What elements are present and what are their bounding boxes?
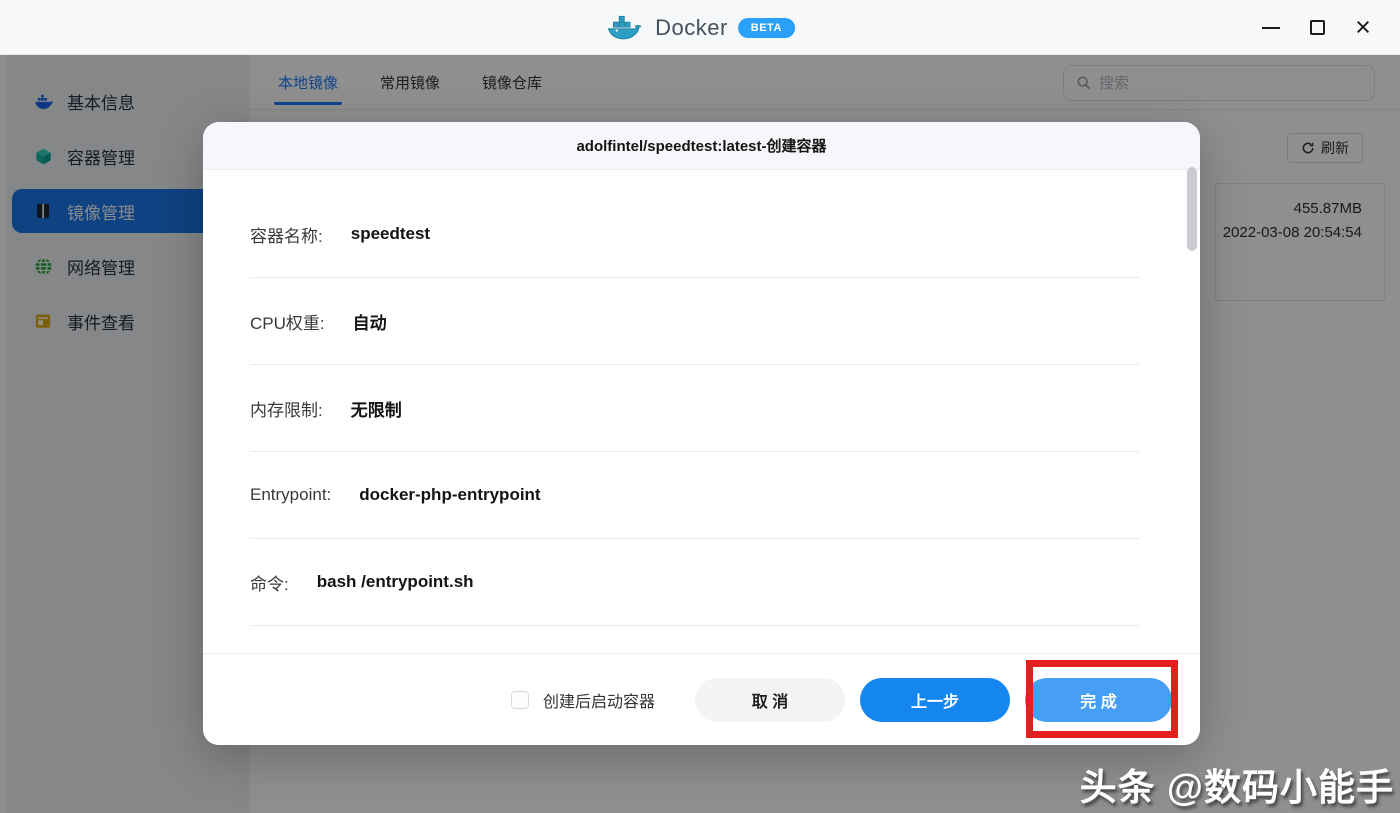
docker-logo-icon [605, 13, 645, 43]
start-after-create-option[interactable]: 创建后启动容器 [510, 688, 655, 712]
field-value: 无限制 [350, 400, 402, 420]
minimize-icon [1262, 26, 1280, 29]
field-value: 自动 [352, 313, 387, 333]
app-window: 基本信息 容器管理 镜像管理 网络管理 事件查看 本地镜像 常用镜像 镜像仓库 … [0, 0, 1400, 813]
close-icon: × [1355, 12, 1371, 42]
finish-button[interactable]: 完 成 [1025, 677, 1172, 722]
dialog-title: adolfintel/speedtest:latest-创建容器 [203, 122, 1200, 170]
app-title-group: Docker BETA [605, 0, 795, 55]
field-entrypoint: Entrypoint: docker-php-entrypoint [250, 452, 1140, 539]
watermark-text: 头条 @数码小能手 [1079, 767, 1394, 808]
checkbox-label: 创建后启动容器 [542, 693, 655, 711]
field-label: 容器名称: [250, 226, 323, 246]
field-memory-limit: 内存限制: 无限制 [250, 365, 1140, 452]
dialog-fields: 容器名称: speedtest CPU权重: 自动 内存限制: 无限制 Entr… [203, 170, 1200, 626]
dialog-scrollbar[interactable] [1187, 167, 1197, 251]
field-value: docker-php-entrypoint [359, 485, 541, 504]
maximize-button[interactable] [1294, 0, 1340, 55]
window-controls: × [1248, 0, 1386, 55]
close-button[interactable]: × [1340, 0, 1386, 55]
title-bar: Docker BETA × [0, 0, 1400, 55]
field-label: Entrypoint: [250, 485, 332, 504]
previous-step-button[interactable]: 上一步 [860, 677, 1010, 722]
create-container-dialog: adolfintel/speedtest:latest-创建容器 容器名称: s… [203, 122, 1200, 745]
cancel-button[interactable]: 取 消 [695, 677, 845, 722]
field-command: 命令: bash /entrypoint.sh [250, 539, 1140, 626]
maximize-icon [1309, 20, 1325, 35]
field-value: speedtest [350, 224, 431, 243]
field-container-name: 容器名称: speedtest [250, 191, 1140, 278]
app-title: Docker [655, 14, 728, 40]
dialog-footer: 创建后启动容器 取 消 上一步 完 成 [203, 653, 1200, 745]
field-label: CPU权重: [250, 313, 325, 333]
field-label: 内存限制: [250, 400, 323, 420]
minimize-button[interactable] [1248, 0, 1294, 55]
field-value: bash /entrypoint.sh [316, 572, 474, 591]
beta-badge: BETA [737, 17, 795, 38]
field-label: 命令: [250, 574, 289, 594]
field-cpu-weight: CPU权重: 自动 [250, 278, 1140, 365]
start-after-create-checkbox[interactable] [510, 690, 529, 709]
